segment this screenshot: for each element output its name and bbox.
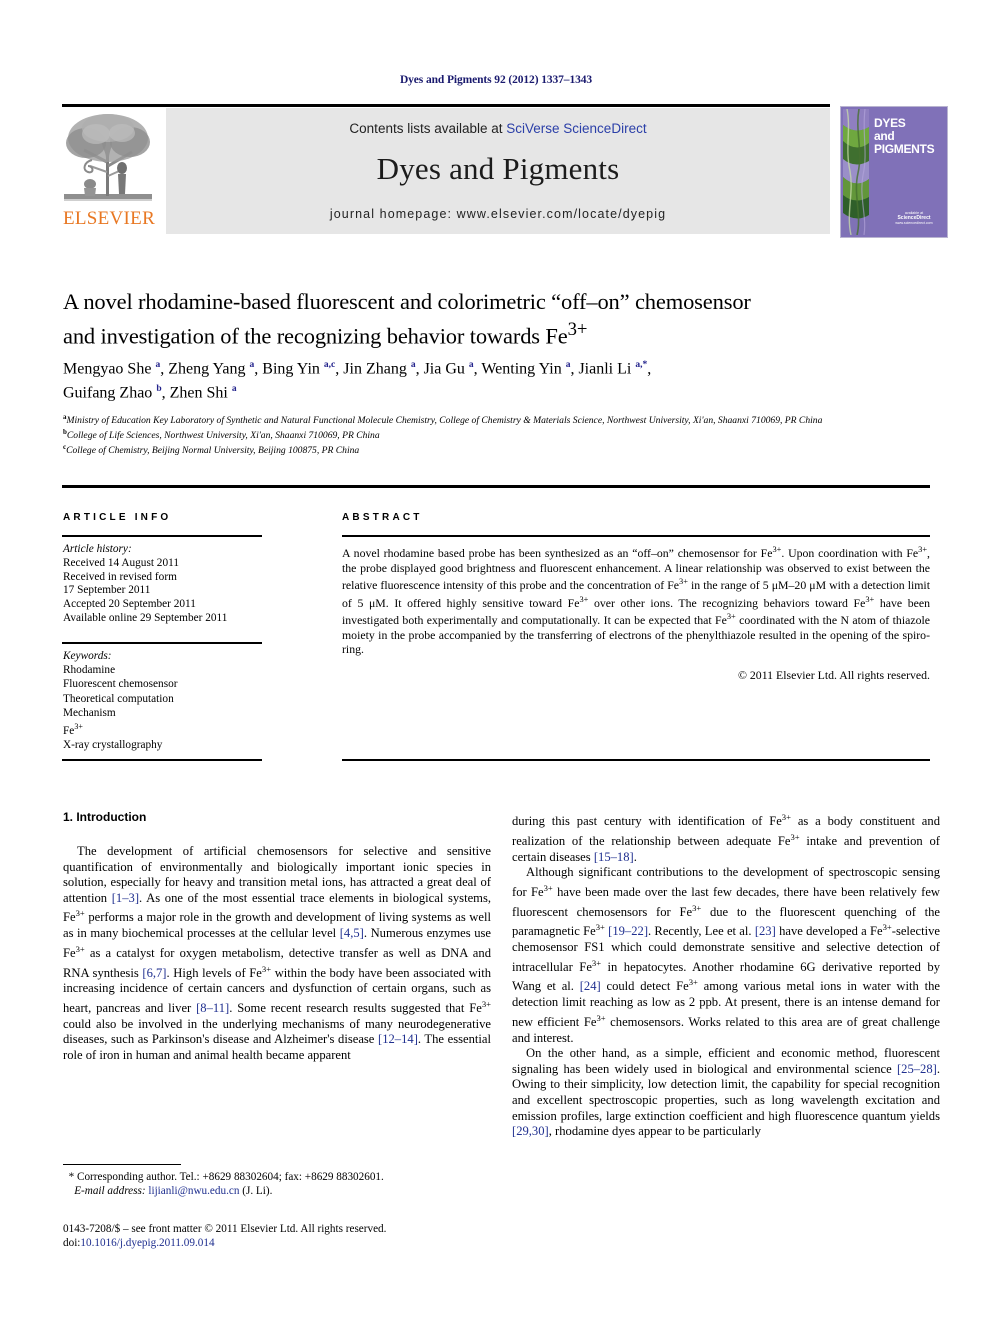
abstract-text: A novel rhodamine based probe has been s… [342, 545, 930, 657]
cover-artwork-strip [843, 108, 869, 236]
paragraph: during this past century with identifica… [512, 812, 940, 864]
abstract-rule [342, 535, 930, 537]
cover-title: DYES and PIGMENTS [874, 117, 942, 156]
email-link[interactable]: lijianli@nwu.edu.cn [148, 1185, 239, 1197]
journal-cover-thumbnail[interactable]: DYES and PIGMENTS available at ScienceDi… [840, 106, 948, 238]
imprint-block: 0143-7208/$ – see front matter © 2011 El… [63, 1222, 491, 1250]
keyword-list: Keywords: Rhodamine Fluorescent chemosen… [63, 649, 283, 752]
keyword-item: Theoretical computation [63, 692, 174, 705]
title-line-1: A novel rhodamine-based fluorescent and … [63, 289, 751, 314]
keyword-item-fe: Fe3+ [63, 722, 83, 737]
title-line-2: and investigation of the recognizing beh… [63, 316, 931, 351]
page-title: A novel rhodamine-based fluorescent and … [63, 288, 931, 351]
affil-marker: a [468, 360, 474, 370]
article-info-heading: ARTICLE INFO [63, 512, 172, 523]
author-line-2: Guifang Zhao b, Zhen Shi a [63, 384, 237, 402]
history-item: Accepted 20 September 2011 [63, 598, 196, 611]
author-list: Mengyao She a, Zheng Yang a, Bing Yin a,… [63, 355, 931, 404]
abstract-copyright: © 2011 Elsevier Ltd. All rights reserved… [738, 668, 930, 682]
elsevier-wordmark: ELSEVIER [62, 208, 156, 229]
article-history-label: Article history: [63, 543, 132, 555]
keyword-item: Rhodamine [63, 664, 116, 677]
history-item: Available online 29 September 2011 [63, 611, 228, 624]
history-item: 17 September 2011 [63, 584, 151, 597]
section-heading-introduction: 1. Introduction [63, 810, 147, 824]
affiliation-list: aMinistry of Education Key Laboratory of… [63, 412, 931, 456]
history-item: Received in revised form [63, 570, 177, 583]
elsevier-logo: ELSEVIER [62, 108, 158, 234]
affil-marker: b [156, 384, 162, 395]
email-line: E-mail address: lijianli@nwu.edu.cn (J. … [63, 1184, 491, 1198]
paragraph: Although significant contributions to th… [512, 865, 941, 1045]
affil-marker: a,* [635, 360, 648, 370]
paragraph: The development of artificial chemosenso… [63, 844, 492, 1062]
sciencedirect-link[interactable]: SciVerse ScienceDirect [506, 121, 646, 136]
affil-marker: a [155, 360, 161, 370]
issn-line: 0143-7208/$ – see front matter © 2011 El… [63, 1223, 387, 1235]
email-owner: (J. Li). [242, 1185, 273, 1197]
title-line-2-text: and investigation of the recognizing beh… [63, 323, 568, 349]
keyword-item: X-ray crystallography [63, 738, 163, 751]
asterisk-marker: * [68, 1171, 75, 1183]
body-column-right: during this past century with identifica… [512, 810, 940, 1140]
affiliation-c-text: College of Chemistry, Beijing Normal Uni… [66, 444, 360, 456]
article-page: Dyes and Pigments 92 (2012) 1337–1343 EL… [0, 0, 992, 1323]
corresponding-author-note: * Corresponding author. Tel.: +8629 8830… [63, 1170, 491, 1198]
affil-marker: a [249, 360, 255, 370]
panel-top-rule [62, 485, 930, 488]
cover-sd-url: www.sciencedirect.com [895, 221, 933, 225]
article-history: Article history: Received 14 August 2011… [63, 543, 283, 626]
email-label: E-mail address: [74, 1185, 146, 1197]
history-item: Received 14 August 2011 [63, 556, 179, 569]
paragraph: On the other hand, as a simple, efficien… [512, 1046, 940, 1139]
fe-charge: 3+ [74, 722, 83, 732]
masthead-top-rule [62, 104, 830, 107]
corresponding-author-text: Corresponding author. Tel.: +8629 883026… [76, 1171, 384, 1183]
keyword-item: Mechanism [63, 706, 116, 719]
affiliation-a: aMinistry of Education Key Laboratory of… [63, 412, 931, 427]
keyword-item: Fluorescent chemosensor [63, 678, 178, 691]
cover-sciencedirect-mark: available at ScienceDirect www.sciencedi… [885, 211, 943, 226]
footnote-rule [63, 1164, 181, 1166]
keywords-label: Keywords: [63, 650, 112, 662]
affil-marker: a [565, 360, 571, 370]
affiliation-b-text: College of Life Sciences, Northwest Univ… [66, 429, 380, 441]
article-info-rule [62, 535, 262, 537]
affil-marker: a [410, 360, 416, 370]
doi-link[interactable]: 10.1016/j.dyepig.2011.09.014 [80, 1237, 214, 1249]
journal-title: Dyes and Pigments [376, 151, 620, 186]
journal-homepage-link[interactable]: journal homepage: www.elsevier.com/locat… [166, 207, 830, 221]
doi-label: doi: [63, 1237, 81, 1249]
running-head: Dyes and Pigments 92 (2012) 1337–1343 [399, 74, 593, 86]
affiliation-b: bCollege of Life Sciences, Northwest Uni… [63, 427, 931, 442]
title-superscript: 3+ [567, 319, 588, 340]
affil-marker: a [231, 384, 237, 395]
body-column-left: The development of artificial chemosenso… [63, 844, 491, 1063]
doi-line: doi:10.1016/j.dyepig.2011.09.014 [63, 1236, 491, 1250]
elsevier-tree-icon [62, 110, 154, 208]
keywords-rule [62, 642, 262, 644]
corresponding-author-line: * Corresponding author. Tel.: +8629 8830… [63, 1170, 491, 1184]
affil-marker: a,c [323, 360, 336, 370]
abstract-heading: ABSTRACT [342, 512, 423, 523]
abstract-bottom-rule [342, 759, 930, 761]
affiliation-a-text: Ministry of Education Key Laboratory of … [66, 415, 823, 427]
contents-prefix: Contents lists available at [349, 121, 507, 136]
author-line-1: Mengyao She a, Zheng Yang a, Bing Yin a,… [63, 360, 652, 378]
cover-title-line-3: PIGMENTS [874, 142, 935, 156]
journal-banner: Contents lists available at SciVerse Sci… [166, 108, 830, 234]
affiliation-c: cCollege of Chemistry, Beijing Normal Un… [63, 442, 931, 457]
journal-masthead: ELSEVIER Contents lists available at Sci… [62, 106, 948, 238]
contents-available-line: Contents lists available at SciVerse Sci… [166, 121, 830, 136]
article-info-bottom-rule [62, 759, 262, 761]
